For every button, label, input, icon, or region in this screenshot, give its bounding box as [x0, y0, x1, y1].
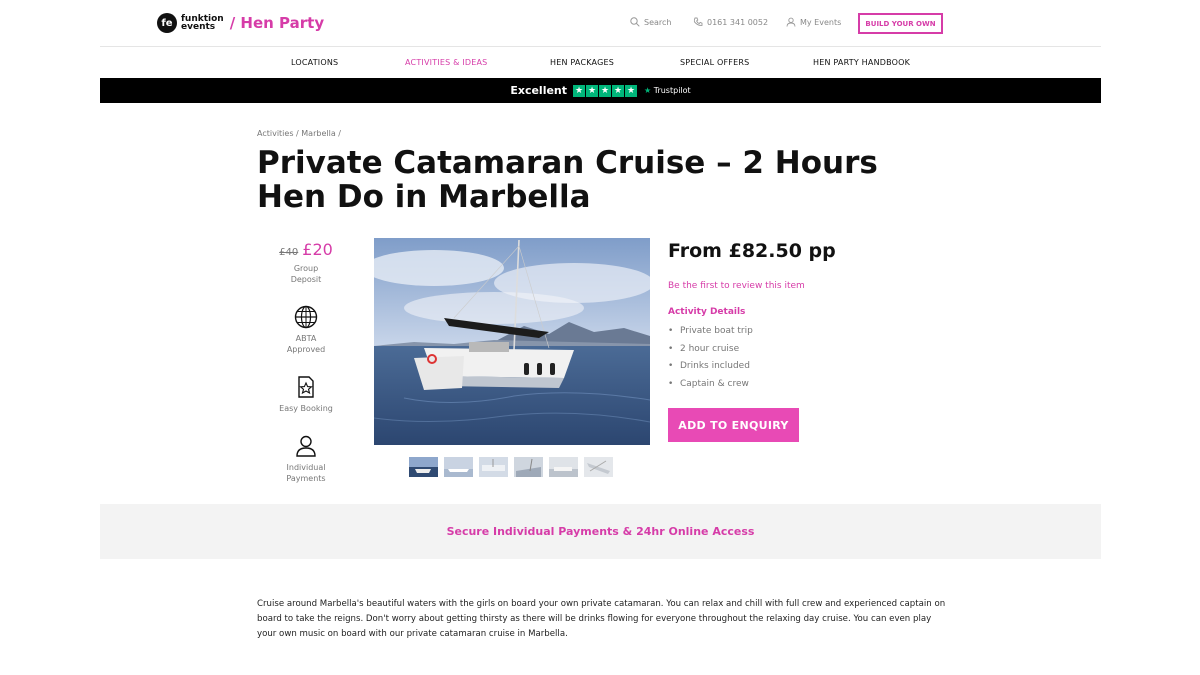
price-new: £20	[302, 240, 333, 259]
thumbnail[interactable]	[549, 457, 578, 477]
trustpilot-rating-label: Excellent	[510, 84, 568, 97]
deposit-price: £40 £20	[266, 240, 346, 259]
star-icon: ★	[612, 84, 625, 97]
my-events-link[interactable]: My Events	[786, 17, 841, 27]
build-your-own-button[interactable]: BUILD YOUR OWN	[858, 13, 943, 34]
perk-label: ABTA Approved	[286, 334, 326, 354]
person-icon	[296, 435, 316, 457]
thumbnail[interactable]	[514, 457, 543, 477]
add-to-enquiry-button[interactable]: ADD TO ENQUIRY	[668, 408, 799, 442]
star-icon: ★	[586, 84, 599, 97]
phone-number: 0161 341 0052	[707, 17, 769, 27]
product-main-image[interactable]	[374, 238, 650, 445]
from-price: From £82.50 pp	[668, 240, 836, 262]
nav-item-hen-packages[interactable]: HEN PACKAGES	[550, 58, 614, 67]
nav-item-handbook[interactable]: HEN PARTY HANDBOOK	[813, 58, 910, 67]
price-old: £40	[279, 247, 299, 258]
globe-icon	[294, 305, 318, 329]
list-item: 2 hour cruise	[668, 344, 753, 362]
product-info: From £82.50 pp Be the first to review th…	[668, 240, 968, 389]
trustpilot-brand-label: Trustpilot	[653, 86, 691, 95]
activity-details-list: Private boat trip 2 hour cruise Drinks i…	[668, 326, 753, 396]
perks-column: £40 £20 Group Deposit ABTA Approved Easy…	[266, 240, 346, 484]
product-description: Cruise around Marbella's beautiful water…	[257, 599, 946, 639]
star-icon: ★	[625, 84, 638, 97]
perk-individual-payments: Individual Payments	[266, 434, 346, 484]
thumbnail[interactable]	[444, 457, 473, 477]
booking-star-icon	[298, 376, 314, 398]
list-item: Private boat trip	[668, 326, 753, 344]
trustpilot-brand: ★ Trustpilot	[644, 86, 691, 95]
main-nav: LOCATIONS ACTIVITIES & IDEAS HEN PACKAGE…	[0, 47, 1200, 78]
logo-line-2: events	[181, 22, 216, 32]
secure-banner-text: Secure Individual Payments & 24hr Online…	[446, 525, 755, 538]
perk-abta: ABTA Approved	[266, 305, 346, 355]
trustpilot-star-icon: ★	[644, 86, 652, 95]
logo-wordmark: funktion events	[181, 15, 224, 32]
catamaran-photo	[374, 238, 650, 445]
site-logo[interactable]: fe funktion events / Hen Party	[157, 13, 324, 33]
thumbnail[interactable]	[584, 457, 613, 477]
trustpilot-bar[interactable]: Excellent ★ ★ ★ ★ ★ ★ Trustpilot	[100, 78, 1101, 103]
secure-payments-banner: Secure Individual Payments & 24hr Online…	[100, 504, 1101, 559]
thumbnail[interactable]	[479, 457, 508, 477]
star-icon: ★	[573, 84, 586, 97]
review-link[interactable]: Be the first to review this item	[668, 281, 805, 291]
section-name: / Hen Party	[229, 14, 325, 32]
breadcrumb[interactable]: Activities / Marbella /	[257, 129, 341, 138]
perk-label: Easy Booking	[279, 404, 333, 413]
list-item: Drinks included	[668, 361, 753, 379]
star-icon: ★	[599, 84, 612, 97]
nav-item-activities[interactable]: ACTIVITIES & IDEAS	[405, 58, 487, 67]
search-label: Search	[644, 17, 672, 27]
my-events-label: My Events	[800, 17, 842, 27]
phone-link[interactable]: 0161 341 0052	[693, 17, 768, 27]
phone-icon	[693, 17, 703, 26]
list-item: Captain & crew	[668, 379, 753, 397]
search-icon	[630, 17, 640, 27]
search-link[interactable]: Search	[630, 17, 671, 27]
page-title: Private Catamaran Cruise – 2 Hours Hen D…	[257, 145, 878, 215]
activity-details-title: Activity Details	[668, 307, 746, 317]
thumbnail[interactable]	[409, 457, 438, 477]
logo-mark: fe	[157, 13, 177, 33]
nav-item-locations[interactable]: LOCATIONS	[291, 58, 338, 67]
user-icon	[786, 17, 796, 27]
perk-label: Individual Payments	[286, 463, 326, 483]
image-thumbnails	[409, 457, 619, 477]
deposit-label: Group Deposit	[290, 264, 322, 284]
nav-item-special-offers[interactable]: SPECIAL OFFERS	[680, 58, 749, 67]
perk-easy-booking: Easy Booking	[266, 375, 346, 414]
trustpilot-stars: ★ ★ ★ ★ ★	[573, 84, 638, 97]
